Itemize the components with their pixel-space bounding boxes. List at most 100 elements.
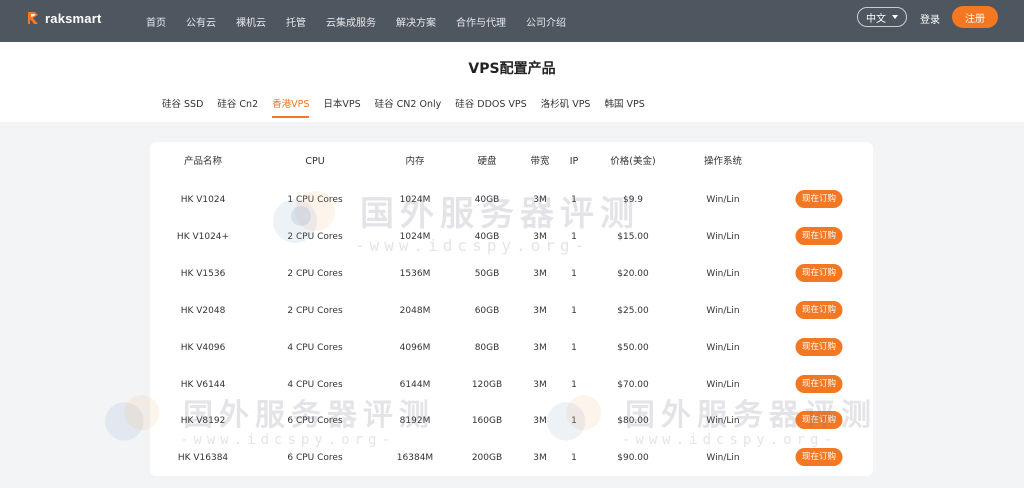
brand-logo[interactable]: raksmart xyxy=(25,10,102,26)
cell-price: $50.00 xyxy=(617,342,649,353)
cell-memory: 1024M xyxy=(399,195,431,205)
cell-cpu: 4 CPU Cores xyxy=(287,342,343,353)
cell-price: $15.00 xyxy=(617,231,649,242)
cell-disk: 160GB xyxy=(471,416,503,427)
nav-item-about[interactable]: 公司介绍 xyxy=(526,14,566,29)
chevron-down-icon xyxy=(892,15,898,19)
cell-product-name: HK V1024+ xyxy=(176,231,230,242)
cell-memory: 16384M xyxy=(396,453,434,464)
nav-item-solutions[interactable]: 解决方案 xyxy=(396,14,436,29)
cell-cpu: 2 CPU Cores xyxy=(287,231,343,242)
cell-os: Win/Lin xyxy=(706,305,740,316)
cell-disk: 60GB xyxy=(474,305,500,316)
order-now-button[interactable]: 现在订购 xyxy=(795,411,843,430)
cell-os: Win/Lin xyxy=(706,342,740,353)
page-title: VPS配置产品 xyxy=(468,61,556,77)
order-now-button[interactable]: 现在订购 xyxy=(795,300,843,319)
column-header-price: 价格(美金) xyxy=(610,156,656,167)
nav-item-partners[interactable]: 合作与代理 xyxy=(456,14,506,29)
region-tabs: 硅谷 SSD 硅谷 Cn2 香港VPS 日本VPS 硅谷 CN2 Only 硅谷… xyxy=(162,96,659,118)
table-header: 产品名称 CPU 内存 硬盘 带宽 IP 价格(美金) 操作系统 xyxy=(150,152,873,172)
cell-memory: 1024M xyxy=(399,231,431,242)
cell-os: Win/Lin xyxy=(706,231,740,242)
table-row: HK V2048 2 CPU Cores 2048M 60GB 3M 1 $25.00 Win… xyxy=(150,300,873,321)
cell-price: $25.00 xyxy=(617,305,649,316)
cell-os: Win/Lin xyxy=(706,195,740,205)
order-now-button[interactable]: 现在订购 xyxy=(795,190,843,208)
table-row: HK V4096 4 CPU Cores 4096M 80GB 3M 1 $50.00 Win… xyxy=(150,337,873,358)
order-now-button[interactable]: 现在订购 xyxy=(795,226,843,245)
table-row: HK V1536 2 CPU Cores 1536M 50GB 3M 1 $20.00 Win… xyxy=(150,263,873,284)
table-row: HK V16384 6 CPU Cores 16384M 200GB 3M 1 $90.00… xyxy=(150,448,873,468)
cell-cpu: 4 CPU Cores xyxy=(287,379,343,390)
cell-cpu: 6 CPU Cores xyxy=(287,453,343,464)
cell-ip: 1 xyxy=(571,305,577,316)
tab-sv-ddos-vps[interactable]: 硅谷 DDOS VPS xyxy=(455,96,526,116)
cell-disk: 120GB xyxy=(471,379,503,390)
tab-sv-cn2-only[interactable]: 硅谷 CN2 Only xyxy=(375,96,442,116)
cell-product-name: HK V16384 xyxy=(177,453,229,464)
nav-item-home[interactable]: 首页 xyxy=(146,14,166,29)
cell-os: Win/Lin xyxy=(706,379,740,390)
order-now-button[interactable]: 现在订购 xyxy=(795,263,843,282)
cell-ip: 1 xyxy=(571,453,577,464)
tab-sv-ssd[interactable]: 硅谷 SSD xyxy=(162,96,203,116)
cell-product-name: HK V1536 xyxy=(180,268,226,279)
cell-price: $80.00 xyxy=(617,416,649,427)
cell-bandwidth: 3M xyxy=(533,305,547,316)
column-header-os: 操作系统 xyxy=(703,156,743,167)
cell-cpu: 2 CPU Cores xyxy=(287,305,343,316)
cell-memory: 1536M xyxy=(399,268,431,279)
table-row: HK V1024 1 CPU Cores 1024M 40GB 3M 1 $9.9 Win/L… xyxy=(150,190,873,210)
cell-memory: 4096M xyxy=(399,342,431,353)
cell-bandwidth: 3M xyxy=(533,195,547,205)
cell-ip: 1 xyxy=(571,268,577,279)
tab-jp-vps[interactable]: 日本VPS xyxy=(323,96,360,116)
cell-memory: 2048M xyxy=(399,305,431,316)
table-row: HK V6144 4 CPU Cores 6144M 120GB 3M 1 $70.00 Wi… xyxy=(150,374,873,395)
cell-cpu: 1 CPU Cores xyxy=(287,195,343,205)
tab-hk-vps[interactable]: 香港VPS xyxy=(272,96,310,118)
cell-os: Win/Lin xyxy=(706,268,740,279)
cell-disk: 40GB xyxy=(474,195,500,205)
nav-item-bare-metal-cloud[interactable]: 裸机云 xyxy=(236,14,266,29)
tab-la-vps[interactable]: 洛杉矶 VPS xyxy=(541,96,591,116)
cell-disk: 80GB xyxy=(474,342,500,353)
column-header-bandwidth: 带宽 xyxy=(530,156,550,167)
nav-item-public-cloud[interactable]: 公有云 xyxy=(186,14,216,29)
cell-disk: 200GB xyxy=(471,453,503,464)
nav-item-hosting[interactable]: 托管 xyxy=(286,14,306,29)
column-header-memory: 内存 xyxy=(405,156,425,167)
cell-product-name: HK V1024 xyxy=(180,195,226,205)
cell-product-name: HK V4096 xyxy=(180,342,226,353)
cell-bandwidth: 3M xyxy=(533,379,547,390)
cell-disk: 40GB xyxy=(474,231,500,242)
table-row: HK V8192 6 CPU Cores 8192M 160GB 3M 1 $80.00 Wi… xyxy=(150,411,873,431)
cell-os: Win/Lin xyxy=(706,416,740,427)
tab-kr-vps[interactable]: 韩国 VPS xyxy=(604,96,644,116)
order-now-button[interactable]: 现在订购 xyxy=(795,448,843,467)
language-value: 中文 xyxy=(866,13,886,25)
cell-bandwidth: 3M xyxy=(533,342,547,353)
order-now-button[interactable]: 现在订购 xyxy=(795,374,843,393)
cell-product-name: HK V8192 xyxy=(180,416,226,427)
login-link[interactable]: 登录 xyxy=(920,11,940,26)
cell-os: Win/Lin xyxy=(706,453,740,464)
column-header-disk: 硬盘 xyxy=(477,156,497,167)
signup-button[interactable]: 注册 xyxy=(952,6,998,28)
cell-product-name: HK V2048 xyxy=(180,305,226,316)
nav-item-cloud-integration[interactable]: 云集成服务 xyxy=(326,14,376,29)
raksmart-logo-icon xyxy=(28,12,38,24)
cell-bandwidth: 3M xyxy=(533,231,547,242)
column-header-ip: IP xyxy=(569,156,579,167)
cell-ip: 1 xyxy=(571,195,577,205)
column-header-cpu: CPU xyxy=(305,156,325,167)
cell-ip: 1 xyxy=(571,379,577,390)
cell-disk: 50GB xyxy=(474,268,500,279)
main-nav: 首页 公有云 裸机云 托管 云集成服务 解决方案 合作与代理 公司介绍 xyxy=(146,0,586,42)
language-select[interactable]: 中文 xyxy=(857,7,907,27)
order-now-button[interactable]: 现在订购 xyxy=(795,337,843,356)
tab-sv-cn2[interactable]: 硅谷 Cn2 xyxy=(217,96,258,116)
cell-cpu: 2 CPU Cores xyxy=(287,268,343,279)
cell-bandwidth: 3M xyxy=(533,268,547,279)
